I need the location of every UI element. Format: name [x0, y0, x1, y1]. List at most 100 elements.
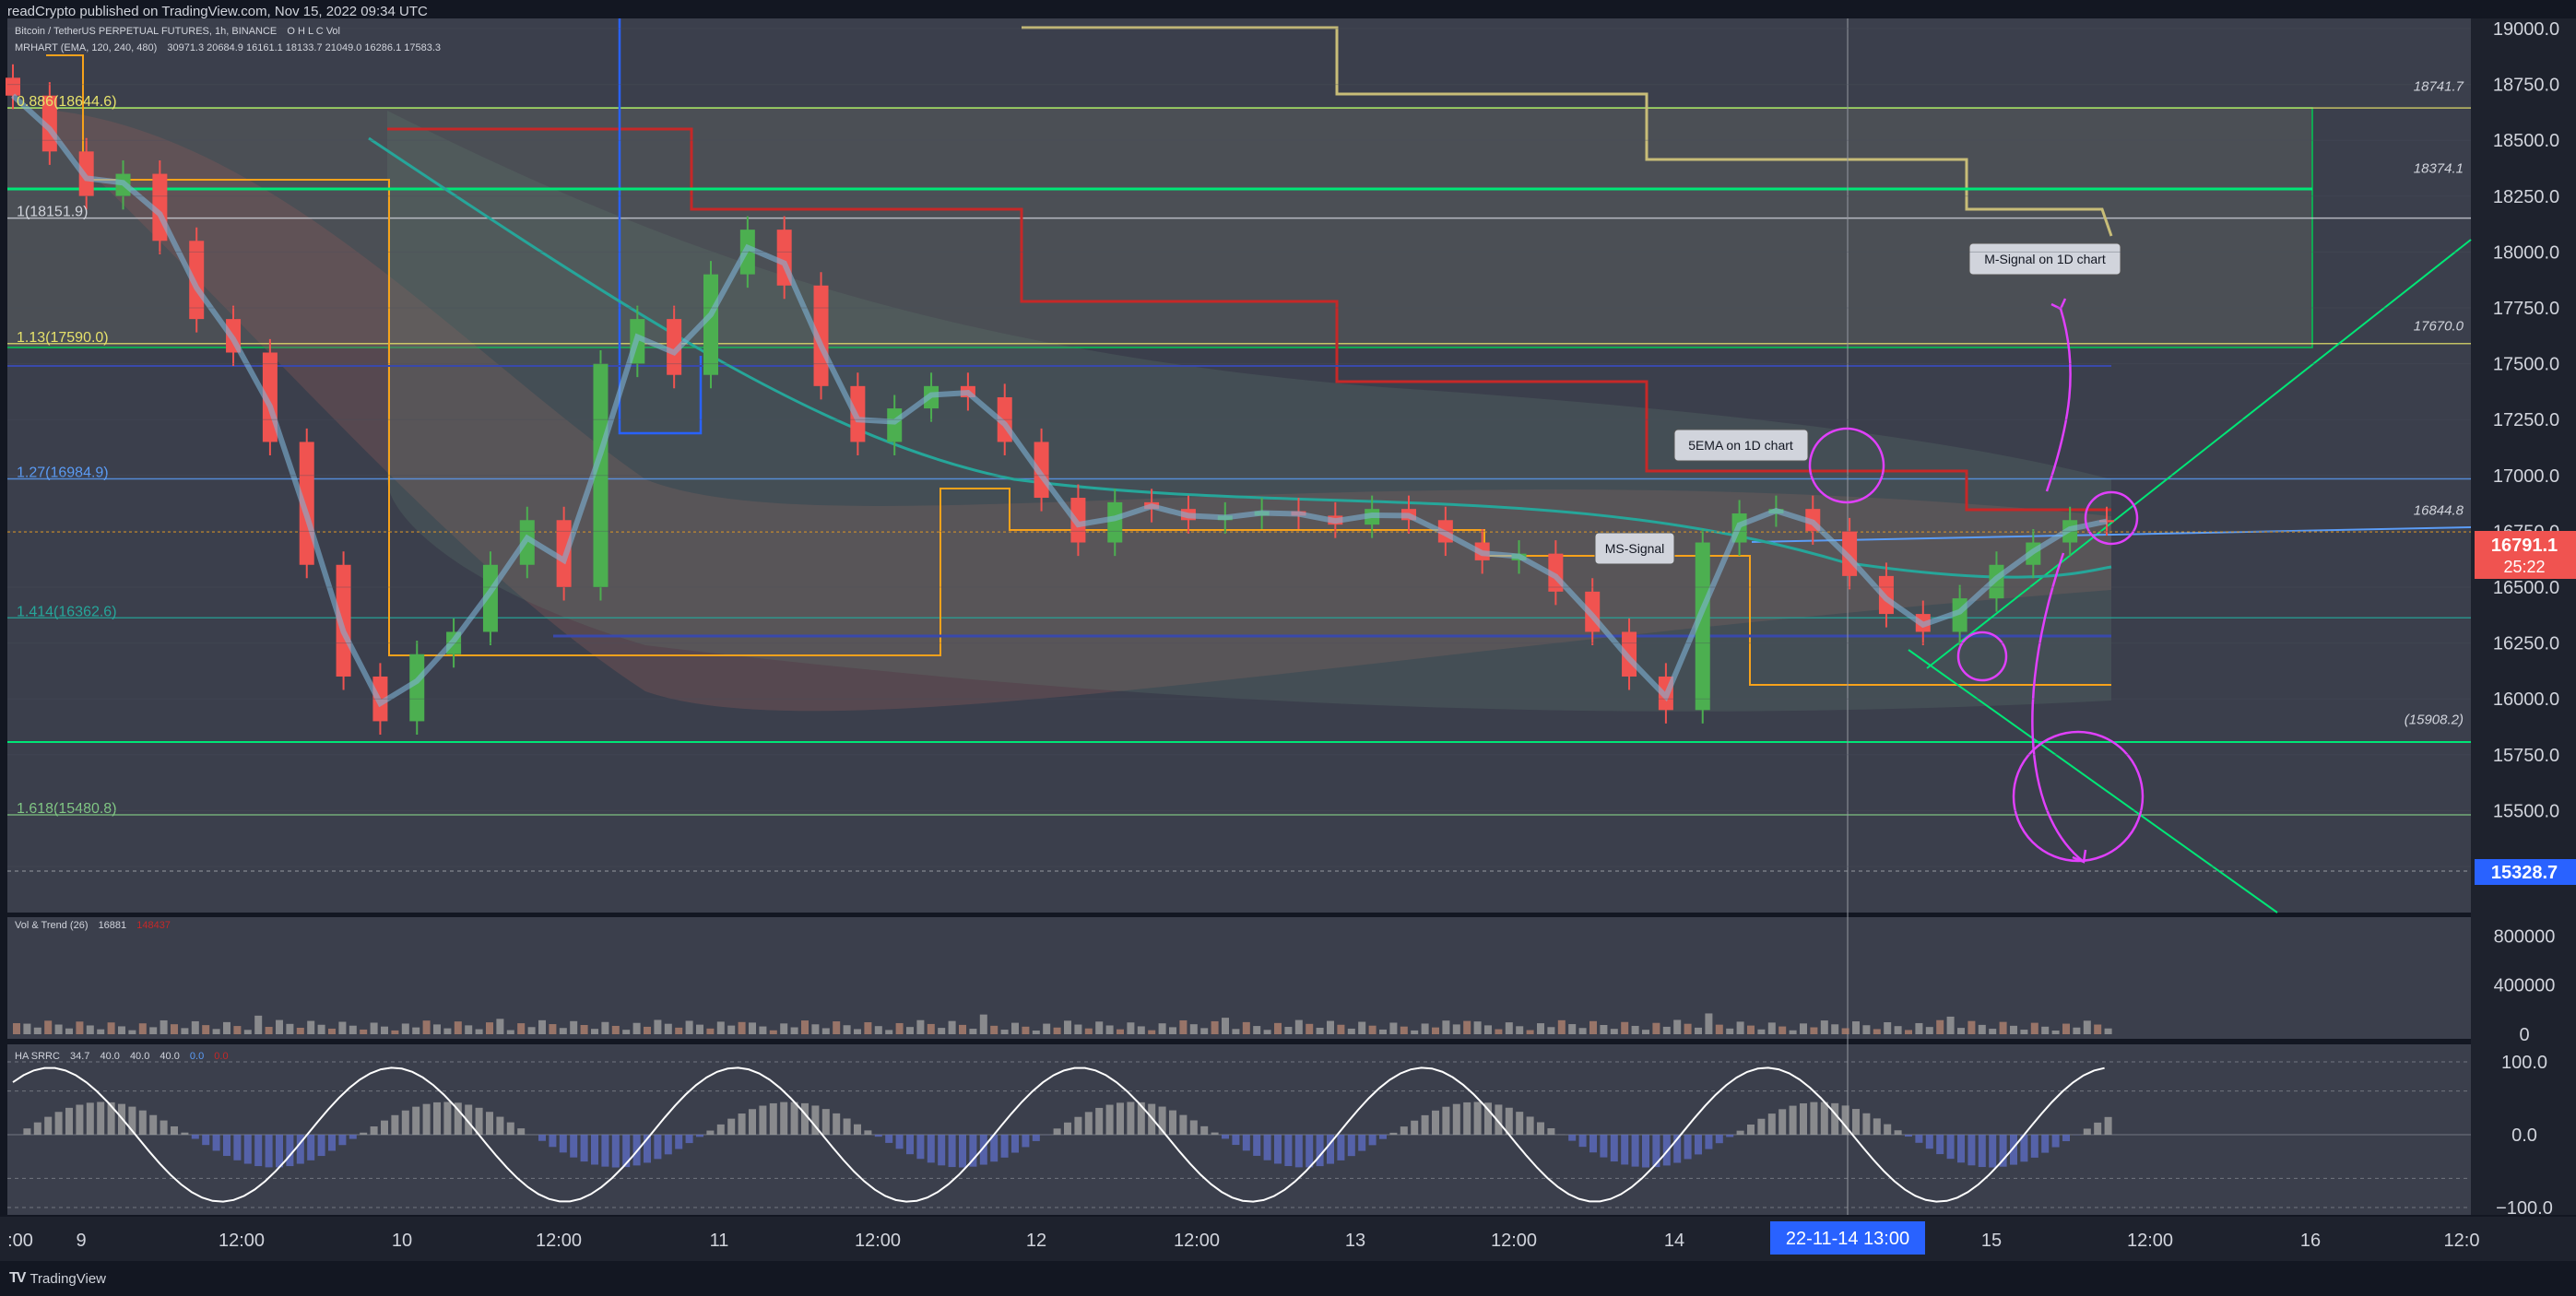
- osc-bar: [254, 1135, 263, 1167]
- volume-bar: [391, 1030, 399, 1034]
- time-axis[interactable]: [0, 1217, 2576, 1261]
- osc-bar: [1715, 1135, 1723, 1144]
- volume-bar: [1200, 1028, 1209, 1034]
- osc-bar: [486, 1112, 493, 1135]
- osc-bar: [422, 1103, 431, 1135]
- osc-bar: [276, 1135, 283, 1168]
- osc-bar: [1127, 1102, 1135, 1135]
- volume-bar: [1631, 1025, 1639, 1034]
- osc-bar: [328, 1135, 336, 1151]
- osc-bar: [2030, 1135, 2038, 1158]
- osc-bar: [1789, 1105, 1797, 1135]
- callout-m-signal[interactable]: M-Signal on 1D chart: [1968, 242, 2121, 276]
- volume-bar: [1000, 1030, 1009, 1034]
- volume-bar: [2062, 1023, 2070, 1034]
- callout-5ema[interactable]: 5EMA on 1D chart: [1673, 429, 1809, 462]
- volume-bar: [1884, 1022, 1892, 1034]
- osc-bar: [338, 1135, 347, 1146]
- y-tick-label: 15750.0: [2493, 746, 2559, 766]
- trading-chart[interactable]: M-Signal on 1D chart 5EMA on 1D chart MS…: [0, 0, 2576, 1296]
- volume-bar: [443, 1028, 452, 1034]
- volume-bar: [1337, 1024, 1345, 1034]
- volume-bar: [1568, 1024, 1577, 1034]
- volume-bar: [1695, 1027, 1702, 1034]
- x-tick-label: 16: [2300, 1231, 2321, 1251]
- volume-bar: [1484, 1025, 1492, 1034]
- osc-bar: [549, 1135, 557, 1148]
- volume-bar: [2104, 1028, 2112, 1034]
- volume-bar: [233, 1026, 242, 1034]
- volume-bar: [1862, 1025, 1871, 1034]
- volume-pane[interactable]: [7, 917, 2471, 1039]
- osc-bar: [1232, 1135, 1240, 1146]
- osc-bar: [601, 1135, 609, 1167]
- osc-bar: [1463, 1102, 1471, 1135]
- volume-bar: [632, 1022, 641, 1034]
- volume-bar: [1578, 1028, 1587, 1034]
- osc-bar: [591, 1135, 598, 1165]
- osc-bar: [1642, 1135, 1649, 1168]
- osc-bar: [864, 1130, 872, 1135]
- osc-bar: [496, 1116, 504, 1135]
- volume-bar: [1148, 1030, 1156, 1034]
- osc-bar: [1084, 1112, 1093, 1135]
- volume-bar: [696, 1024, 703, 1034]
- volume-bar: [107, 1022, 115, 1034]
- osc-bar: [1978, 1135, 1986, 1168]
- mrhart-legend: MRHART (EMA, 120, 240, 480) 30971.3 2068…: [15, 42, 448, 53]
- x-tick-label: 12: [1026, 1231, 1046, 1251]
- osc-bar: [2051, 1135, 2060, 1148]
- osc-bar: [559, 1135, 567, 1153]
- osc-bar: [33, 1122, 41, 1135]
- osc-bar: [191, 1135, 199, 1139]
- volume-bar: [138, 1023, 147, 1034]
- volume-bar: [538, 1019, 546, 1034]
- osc-bar: [381, 1120, 388, 1135]
- volume-bar: [1022, 1026, 1030, 1034]
- osc-bar: [959, 1135, 966, 1168]
- volume-bar: [1421, 1023, 1429, 1034]
- volume-bar: [644, 1026, 651, 1034]
- osc-bar: [1757, 1118, 1766, 1135]
- volume-bar: [1368, 1025, 1377, 1034]
- volume-bar: [1800, 1023, 1807, 1034]
- x-tick-label: :00: [7, 1231, 33, 1251]
- volume-bar: [1925, 1027, 1933, 1034]
- osc-value-2: 40.0: [100, 1051, 120, 1062]
- y-tick-label: 16000.0: [2493, 689, 2559, 710]
- osc-bar: [1473, 1102, 1482, 1135]
- volume-bar: [685, 1020, 693, 1034]
- volume-bar: [1105, 1025, 1114, 1034]
- volume-bar: [1379, 1029, 1387, 1034]
- osc-bar: [1736, 1130, 1744, 1135]
- osc-bar: [759, 1105, 767, 1135]
- osc-bar: [1189, 1120, 1198, 1135]
- osc-bar: [160, 1120, 168, 1135]
- volume-bar: [1978, 1024, 1986, 1034]
- fib-label: 1.27(16984.9): [17, 465, 109, 480]
- osc-bar: [1800, 1102, 1807, 1135]
- volume-bar: [1347, 1028, 1355, 1034]
- volume-bar: [1189, 1024, 1198, 1034]
- volume-bar: [1831, 1024, 1839, 1034]
- volume-bar: [1610, 1029, 1618, 1034]
- osc-bar: [1211, 1132, 1219, 1135]
- volume-bar: [1905, 1030, 1912, 1034]
- volume-bar: [1400, 1026, 1408, 1034]
- osc-bar: [223, 1135, 230, 1157]
- volume-bar: [1557, 1019, 1566, 1034]
- osc-bar: [1884, 1124, 1892, 1135]
- osc-bar: [243, 1135, 252, 1164]
- osc-bar: [1873, 1118, 1881, 1135]
- volume-bar: [506, 1030, 514, 1034]
- osc-bar: [1705, 1135, 1713, 1149]
- volume-bar: [1946, 1016, 1955, 1034]
- volume-bar: [1757, 1029, 1766, 1034]
- volume-bar: [1936, 1019, 1944, 1034]
- y-tick-label: 17000.0: [2493, 466, 2559, 487]
- volume-bar: [1537, 1023, 1544, 1034]
- volume-bar: [1442, 1020, 1450, 1034]
- osc-y-label: 0.0: [2511, 1125, 2537, 1146]
- callout-ms-signal[interactable]: MS-Signal: [1594, 532, 1675, 565]
- osc-bar: [2062, 1135, 2070, 1142]
